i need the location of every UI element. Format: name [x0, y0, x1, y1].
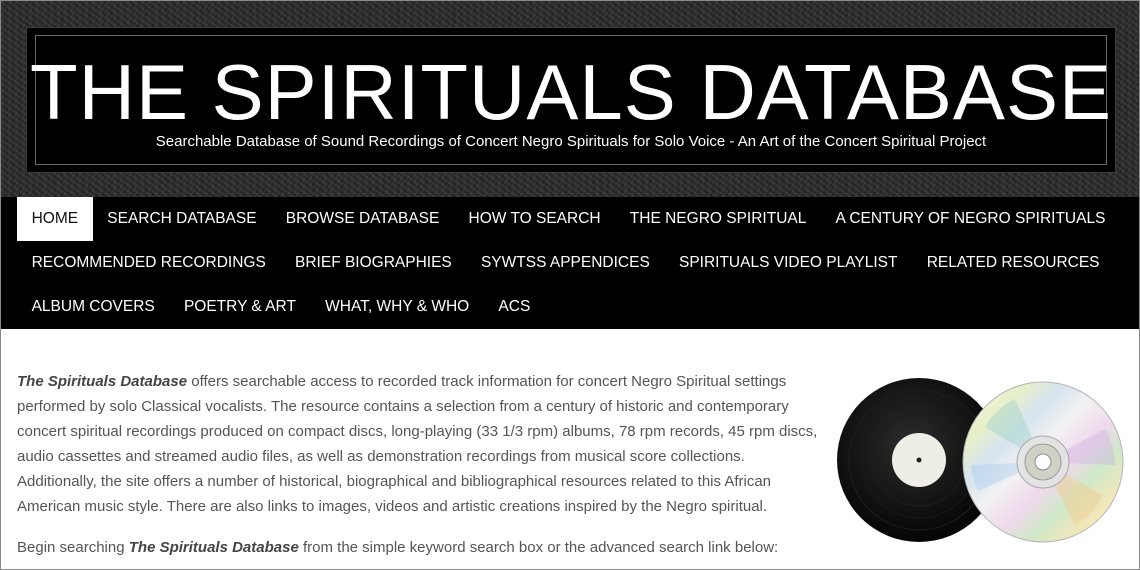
vinyl-and-cd-image	[837, 378, 1124, 543]
site-subtitle: Searchable Database of Sound Recordings …	[155, 133, 987, 150]
nav-item-album-covers[interactable]: ALBUM COVERS	[17, 285, 169, 329]
site-header: THE SPIRITUALS DATABASE Searchable Datab…	[1, 1, 1139, 197]
intro-text: offers searchable access to recorded tra…	[17, 373, 818, 515]
nav-item-acs[interactable]: ACS	[484, 285, 545, 329]
nav-item-how-to-search[interactable]: HOW TO SEARCH	[454, 197, 615, 241]
nav-row-2: RECOMMENDED RECORDINGS BRIEF BIOGRAPHIES…	[17, 241, 1114, 285]
nav-item-search-database[interactable]: SEARCH DATABASE	[93, 197, 271, 241]
search-instructions: Begin searching The Spirituals Database …	[17, 535, 827, 560]
intro-site-name: The Spirituals Database	[17, 373, 188, 390]
title-banner: THE SPIRITUALS DATABASE Searchable Datab…	[26, 27, 1116, 173]
nav-item-recommended-recordings[interactable]: RECOMMENDED RECORDINGS	[17, 241, 280, 285]
page: THE SPIRITUALS DATABASE Searchable Datab…	[0, 0, 1140, 570]
nav-item-spirituals-video-playlist[interactable]: SPIRITUALS VIDEO PLAYLIST	[664, 241, 912, 285]
nav-row-3: ALBUM COVERS POETRY & ART WHAT, WHY & WH…	[17, 285, 545, 329]
nav-row-1: HOME SEARCH DATABASE BROWSE DATABASE HOW…	[17, 197, 1120, 241]
search-prefix: Begin searching	[17, 539, 129, 556]
nav-item-related-resources[interactable]: RELATED RESOURCES	[912, 241, 1114, 285]
nav-item-brief-biographies[interactable]: BRIEF BIOGRAPHIES	[280, 241, 466, 285]
search-suffix: from the simple keyword search box or th…	[298, 539, 779, 556]
nav-item-sywtss-appendices[interactable]: SYWTSS APPENDICES	[466, 241, 664, 285]
nav-item-home[interactable]: HOME	[17, 197, 93, 241]
search-site-name: The Spirituals Database	[128, 539, 299, 556]
nav-item-poetry-art[interactable]: POETRY & ART	[169, 285, 310, 329]
intro-paragraph: The Spirituals Database offers searchabl…	[17, 369, 827, 519]
nav-item-what-why-who[interactable]: WHAT, WHY & WHO	[311, 285, 484, 329]
site-title[interactable]: THE SPIRITUALS DATABASE	[27, 50, 1115, 134]
nav-item-browse-database[interactable]: BROWSE DATABASE	[271, 197, 454, 241]
compact-disc-icon	[962, 381, 1124, 543]
nav-item-century-of-negro-spirituals[interactable]: A CENTURY OF NEGRO SPIRITUALS	[821, 197, 1120, 241]
main-navigation: HOME SEARCH DATABASE BROWSE DATABASE HOW…	[1, 197, 1139, 329]
main-content: The Spirituals Database offers searchabl…	[1, 329, 1139, 569]
nav-item-the-negro-spiritual[interactable]: THE NEGRO SPIRITUAL	[615, 197, 821, 241]
